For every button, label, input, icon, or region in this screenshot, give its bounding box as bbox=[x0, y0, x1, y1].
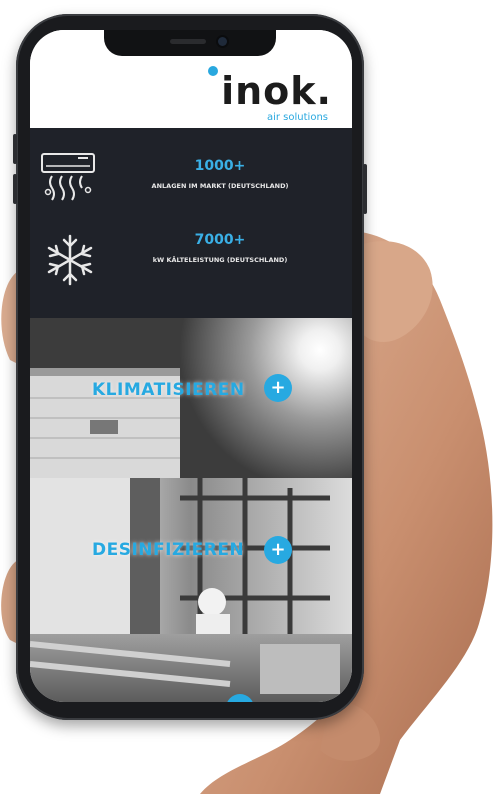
stat-value: 7000+ bbox=[194, 232, 246, 248]
stat-label: kW KÄLTELEISTUNG (DEUTSCHLAND) bbox=[152, 256, 288, 264]
expand-plus-icon[interactable]: + bbox=[264, 536, 292, 564]
stats-panel: 1000+ ANLAGEN IM MARKT (DEUTSCHLAND) 700… bbox=[30, 128, 352, 318]
power-button bbox=[363, 164, 367, 214]
stat-cooling-capacity: 7000+ kW KÄLTELEISTUNG (DEUTSCHLAND) bbox=[30, 224, 352, 304]
brand-tagline: air solutions bbox=[266, 112, 328, 123]
ac-unit-photo bbox=[30, 368, 180, 478]
notch bbox=[104, 30, 276, 56]
stat-installations: 1000+ ANLAGEN IM MARKT (DEUTSCHLAND) bbox=[30, 138, 352, 218]
front-camera bbox=[218, 37, 227, 46]
section-title[interactable]: KLIMATISIEREN bbox=[92, 380, 245, 400]
volume-up-button bbox=[13, 134, 17, 164]
logo-dot-icon bbox=[208, 66, 218, 76]
expand-plus-icon[interactable]: + bbox=[264, 374, 292, 402]
speaker-grille bbox=[170, 39, 206, 44]
volume-down-button bbox=[13, 174, 17, 204]
section-third-partial[interactable] bbox=[30, 634, 352, 702]
stat-value: 1000+ bbox=[194, 158, 246, 174]
air-conditioner-icon bbox=[41, 153, 95, 201]
stat-label: ANLAGEN IM MARKT (DEUTSCHLAND) bbox=[151, 182, 289, 190]
pipes-photo bbox=[30, 641, 340, 694]
section-title[interactable]: DESINFIZIEREN bbox=[92, 540, 244, 560]
section-klimatisieren[interactable]: KLIMATISIEREN + bbox=[30, 318, 352, 478]
phone-screen: inok. air solutions 1000+ ANLAGEN IM MAR… bbox=[30, 30, 352, 702]
brand-logo[interactable]: inok. bbox=[221, 72, 332, 110]
section-desinfizieren[interactable]: DESINFIZIEREN + bbox=[30, 478, 352, 634]
